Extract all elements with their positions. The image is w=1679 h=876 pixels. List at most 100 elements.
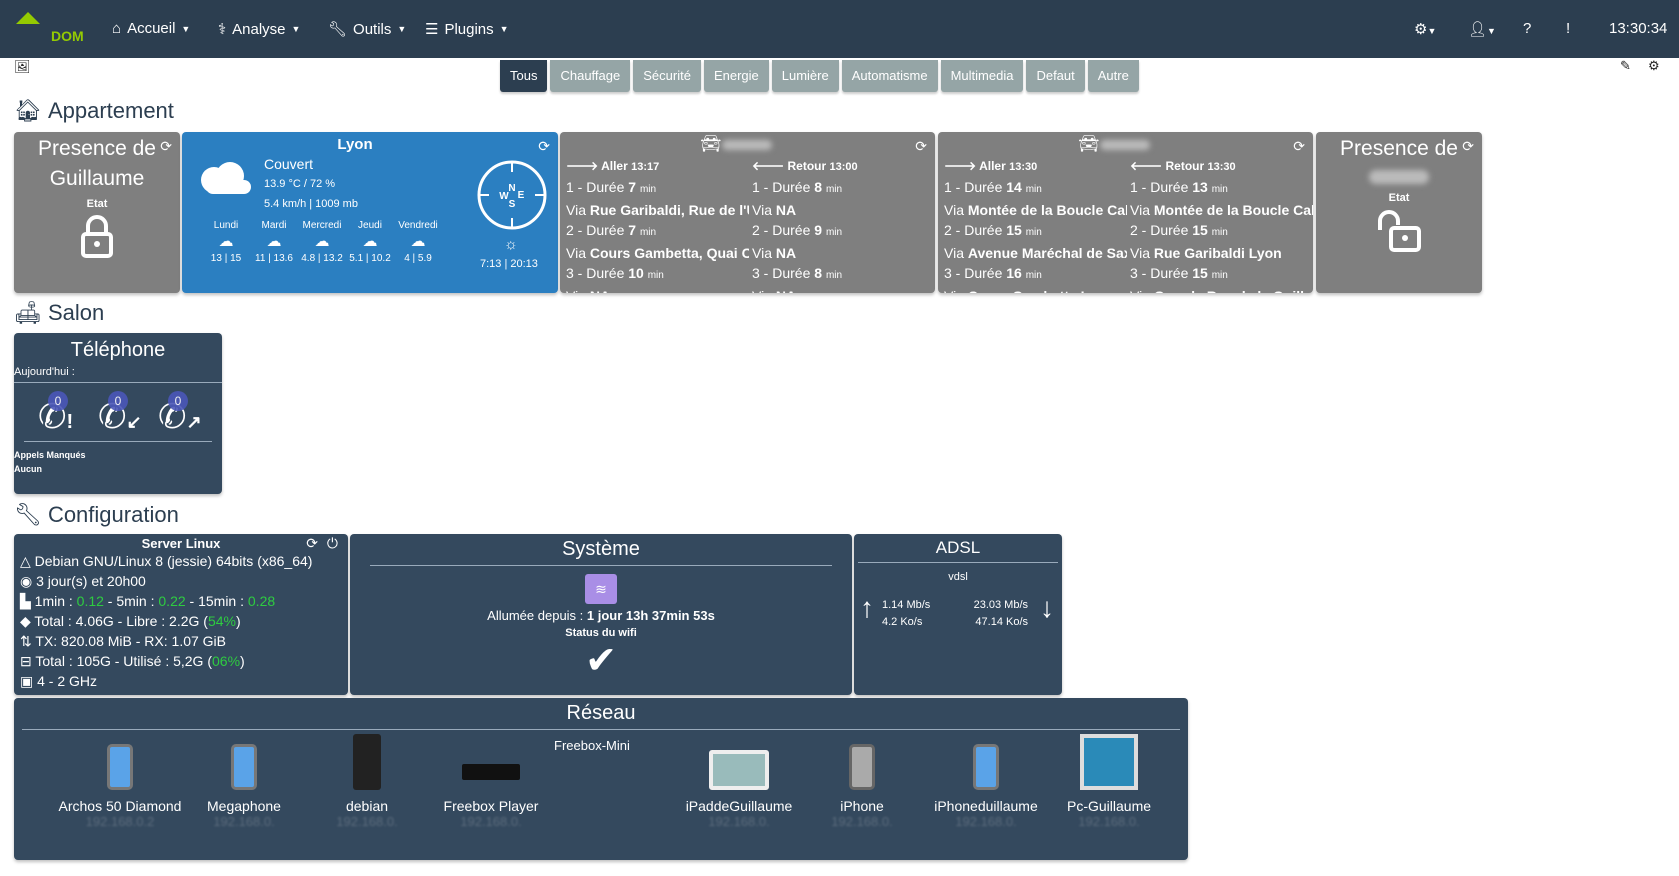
tab-multimedia[interactable]: Multimedia [940,60,1024,92]
route-duration: 2 - Durée 7 min [566,222,657,238]
refresh-icon[interactable]: ⟳ [306,535,318,552]
help-icon[interactable]: ? [1523,20,1531,37]
route-via: Via Rue Garibaldi, Rue de l'U [566,202,749,218]
settings-menu-icon[interactable]: ⚙▼ [1414,20,1436,38]
gears-icon[interactable]: ⚙ [1648,58,1660,74]
device-box-icon [429,734,553,790]
menu-outils[interactable]: 🔧︎ Outils ▼ [328,20,406,39]
retour-column: 🡐 Retour 13:00 1 - Durée 8 min Via NA 2 - D… [752,156,935,293]
cloud-icon [201,162,251,194]
tab-defaut[interactable]: Defaut [1026,60,1085,92]
image-icon[interactable]: 🖼︎ [14,59,31,75]
arrow-right-icon: 🡒 [944,159,980,173]
route-via: Via NA [752,245,797,261]
wifi-icon[interactable]: ≋ [585,574,617,604]
menu-accueil[interactable]: ⌂ Accueil ▼ [112,20,190,37]
compass-icon: NW ES [477,160,547,230]
network-device[interactable]: iPhone 192.168.0. [800,734,924,829]
os: △ Debian GNU/Linux 8 (jessie) 64bits (x8… [20,553,313,569]
wrench-icon: 🔧︎ [14,502,42,527]
cloud-icon: ☁ [314,233,330,250]
cloud-icon: ☁ [218,233,234,250]
arrow-down-icon: ↓ [1040,592,1054,623]
network-device[interactable]: Archos 50 Diamond 192.168.0.2 [58,734,182,829]
network-device[interactable]: iPhoneduillaume 192.168.0. [924,734,1048,829]
telephone-tile: Téléphone Aujourd'hui : ✆ 0! ✆ 0 ↙ ✆ 0 ↗ Appe… [14,333,222,494]
alert-icon[interactable]: ! [1566,20,1570,37]
route-duration: 2 - Durée 15 min [944,222,1042,238]
disk: ⊟ Total : 105G - Utilisé : 5,2G (06%) [20,653,245,669]
device-server-icon [305,734,429,790]
arrow-up-icon: ↑ [860,592,874,623]
cloud-icon: ☁ [410,233,426,250]
route-duration: 1 - Durée 8 min [752,179,843,195]
route-via: Via NA [752,202,797,218]
network-device[interactable]: Pc-Guillaume 192.168.0. [1047,734,1171,829]
tab-automatisme[interactable]: Automatisme [841,60,938,92]
linux-icon: △ [20,553,35,569]
network-device[interactable]: iPaddeGuillaume 192.168.0. [677,734,801,829]
route-via: Via NA [566,286,749,293]
menu-analyse[interactable]: ⚕ Analyse ▼ [218,20,300,39]
caret-down-icon: ▼ [181,23,191,34]
section-salon: 🛋︎ Salon [14,300,105,325]
sofa-icon: 🛋︎ [14,300,42,325]
section-configuration: 🔧︎ Configuration [14,502,179,527]
route-duration: 1 - Durée 14 min [944,179,1042,195]
list-icon: ☰ [425,21,439,38]
caret-down-icon: ▼ [499,24,509,34]
tab-tous[interactable]: Tous [500,60,548,92]
network-device[interactable]: Freebox Player 192.168.0. [429,734,553,829]
forecast-day: Mercredi ☁ 4.8 | 13.2 [298,220,346,264]
route-duration: 2 - Durée 15 min [1130,222,1228,238]
network-device[interactable]: debian 192.168.0. [305,734,429,829]
forecast-day: Mardi ☁ 11 | 13.6 [250,220,298,264]
load: ▙ 1min : 0.12 - 5min : 0.22 - 15min : 0.… [20,593,276,609]
refresh-icon[interactable]: ⟳ [1293,138,1305,155]
car-icon: 🚘︎ [700,134,722,153]
tab-sécurité[interactable]: Sécurité [633,60,701,92]
refresh-icon[interactable]: ⟳ [538,138,550,155]
outgoing-calls-icon[interactable]: ✆ 0 ↗ [158,391,202,437]
refresh-icon[interactable]: ⟳ [915,138,927,155]
tab-chauffage[interactable]: Chauffage [550,60,631,92]
missed-calls-icon[interactable]: ✆ 0! [38,391,78,437]
device-phone-icon [58,734,182,790]
retour-column: 🡐 Retour 13:30 1 - Durée 13 min Via Montée… [1130,156,1313,293]
memory-icon: ◆ [20,613,35,629]
updown-icon: ⇅ [20,633,36,649]
blurred-destination [722,140,772,150]
cpu: ▣ 4 - 2 GHz [20,673,98,689]
stethoscope-icon: ⚕ [218,21,227,38]
memory: ◆ Total : 4.06G - Libre : 2.2G (54%) [20,613,241,629]
user-menu-icon[interactable]: 👤︎▼ [1468,20,1496,38]
device-tablet-icon [677,734,801,790]
hdd-icon: ⊟ [20,653,36,669]
clock: 13:30:34 [1609,20,1668,37]
route-duration: 3 - Durée 15 min [1130,265,1228,281]
route-via: Via Avenue Maréchal de Sax [944,245,1127,261]
device-phone-gray-icon [800,734,924,790]
aller-column: 🡒 Aller 13:30 1 - Durée 14 min Via Montée … [944,156,1127,293]
lock-open-icon [1378,210,1421,252]
network-device[interactable]: Megaphone 192.168.0. [182,734,306,829]
power-icon[interactable]: ⏻ [327,535,338,552]
tab-energie[interactable]: Energie [703,60,769,92]
cloud-icon: ☁ [362,233,378,250]
blurred-destination [1100,140,1150,150]
network: ⇅ TX: 820.08 MiB - RX: 1.07 GiB [20,633,227,649]
pencil-icon[interactable]: ✎ [1620,58,1631,74]
refresh-icon[interactable]: ⟳ [160,138,172,155]
jeedom-logo[interactable]: DOM [14,12,86,46]
systeme-tile: Système ≋ Allumée depuis : 1 jour 13h 37… [350,534,852,695]
device-phone-icon [924,734,1048,790]
lock-closed-icon [81,215,113,258]
incoming-calls-icon[interactable]: ✆ 0 ↙ [98,391,142,437]
svg-text:S: S [509,199,516,210]
route-via: Via Montée de la Boucle Calı [944,202,1127,218]
arrow-left-icon: 🡐 [1130,159,1166,173]
refresh-icon[interactable]: ⟳ [1462,138,1474,155]
tab-autre[interactable]: Autre [1087,60,1139,92]
menu-plugins[interactable]: ☰ Plugins ▼ [425,20,509,39]
tab-lumière[interactable]: Lumière [771,60,839,92]
